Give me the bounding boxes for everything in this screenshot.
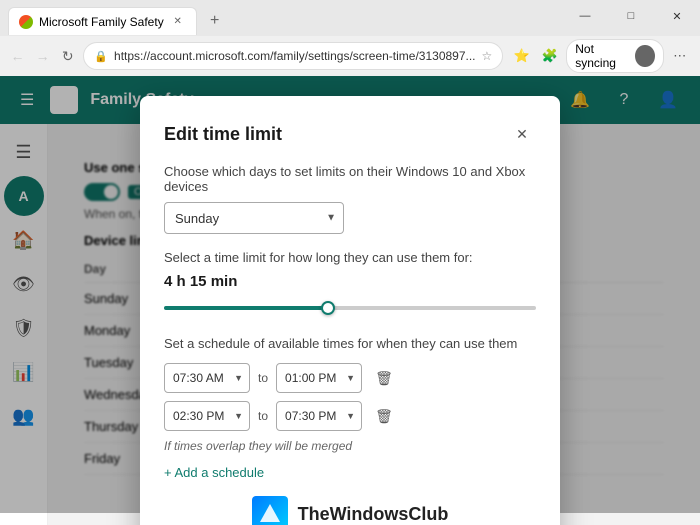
lock-icon: 🔒 — [94, 50, 108, 63]
collections-icon[interactable]: ⭐ — [509, 42, 533, 70]
add-schedule-button[interactable]: + Add a schedule — [164, 465, 536, 480]
tab-close-button[interactable]: ✕ — [170, 14, 186, 30]
to-label-1: to — [258, 371, 268, 385]
not-syncing-label: Not syncing — [575, 42, 629, 70]
add-schedule-label: + Add a schedule — [164, 465, 264, 480]
from-time-1-wrapper: 07:30 AM ▼ — [164, 363, 250, 393]
tab-favicon — [19, 15, 33, 29]
address-bar: ← → ↻ 🔒 https://account.microsoft.com/fa… — [0, 36, 700, 76]
to-time-2-wrapper: 07:30 PM ▼ — [276, 401, 362, 431]
to-time-1-wrapper: 01:00 PM ▼ — [276, 363, 362, 393]
dialog-overlay: Edit time limit ✕ Choose which days to s… — [0, 76, 700, 513]
time-row-1: 07:30 AM ▼ to 01:00 PM ▼ 🗑 — [164, 363, 536, 393]
not-syncing-button[interactable]: Not syncing — [566, 39, 663, 73]
day-section-label: Choose which days to set limits on their… — [164, 164, 536, 194]
refresh-button[interactable]: ↻ — [58, 42, 77, 70]
settings-icon[interactable]: ⋯ — [668, 42, 692, 70]
maximize-button[interactable]: □ — [608, 0, 654, 32]
forward-button[interactable]: → — [33, 42, 52, 70]
schedule-label: Set a schedule of available times for wh… — [164, 336, 536, 351]
url-bar[interactable]: 🔒 https://account.microsoft.com/family/s… — [83, 42, 503, 70]
extensions-icon[interactable]: 🧩 — [538, 42, 562, 70]
delete-row-1-button[interactable]: 🗑 — [370, 364, 398, 392]
active-tab[interactable]: Microsoft Family Safety ✕ — [8, 7, 197, 35]
from-time-1-select[interactable]: 07:30 AM — [165, 364, 249, 392]
from-time-2-wrapper: 02:30 PM ▼ — [164, 401, 250, 431]
day-select[interactable]: Sunday Monday Tuesday Wednesday Thursday… — [164, 202, 344, 234]
edit-time-limit-dialog: Edit time limit ✕ Choose which days to s… — [140, 96, 560, 525]
from-time-2-select[interactable]: 02:30 PM — [165, 402, 249, 430]
to-label-2: to — [258, 409, 268, 423]
slider-filled-track — [164, 306, 328, 310]
time-row-2: 02:30 PM ▼ to 07:30 PM ▼ 🗑 — [164, 401, 536, 431]
time-limit-slider-container — [164, 300, 536, 316]
slider-empty-track — [328, 306, 536, 310]
url-text: https://account.microsoft.com/family/set… — [114, 49, 476, 63]
minimize-button[interactable]: — — [562, 0, 608, 32]
new-tab-button[interactable]: + — [201, 7, 229, 35]
day-select-wrapper: Sunday Monday Tuesday Wednesday Thursday… — [164, 202, 344, 234]
tab-label: Microsoft Family Safety — [39, 15, 164, 29]
dialog-header: Edit time limit ✕ — [164, 120, 536, 148]
window-controls: — □ ✕ — [562, 0, 700, 32]
slider-thumb[interactable] — [321, 301, 335, 315]
to-time-2-select[interactable]: 07:30 PM — [277, 402, 361, 430]
time-limit-section-label: Select a time limit for how long they ca… — [164, 250, 536, 265]
close-button[interactable]: ✕ — [654, 0, 700, 32]
time-limit-value: 4 h 15 min — [164, 273, 536, 290]
delete-row-2-button[interactable]: 🗑 — [370, 402, 398, 430]
browser-actions: ⭐ 🧩 Not syncing ⋯ — [509, 39, 692, 73]
url-star-icon: ☆ — [482, 49, 493, 63]
to-time-1-select[interactable]: 01:00 PM — [277, 364, 361, 392]
dialog-close-button[interactable]: ✕ — [508, 120, 536, 148]
back-button[interactable]: ← — [8, 42, 27, 70]
overlap-note: If times overlap they will be merged — [164, 439, 536, 453]
profile-avatar — [635, 45, 654, 67]
dialog-title: Edit time limit — [164, 124, 282, 145]
